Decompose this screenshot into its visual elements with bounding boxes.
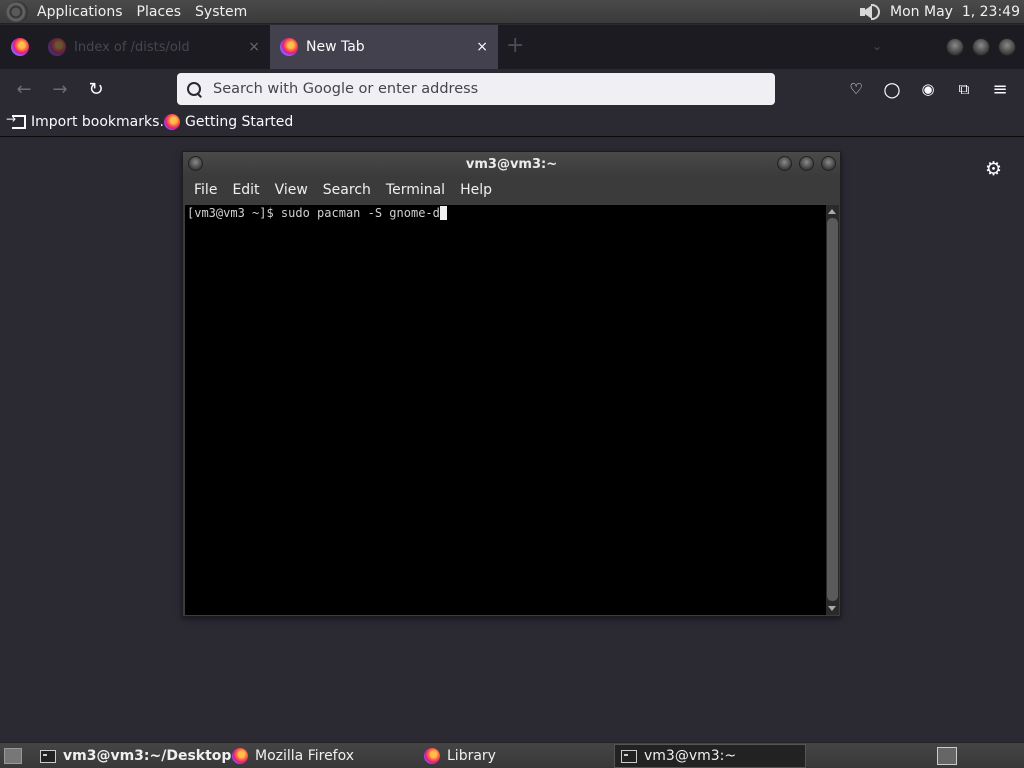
- menu-terminal[interactable]: Terminal: [379, 182, 453, 198]
- back-button[interactable]: ←: [12, 77, 36, 101]
- minimize-button[interactable]: [946, 38, 964, 56]
- menu-applications[interactable]: Applications: [30, 4, 130, 20]
- firefox-icon: [280, 38, 298, 56]
- list-all-tabs-icon[interactable]: ⌄: [872, 39, 882, 53]
- prompt-line: [vm3@vm3 ~]$ sudo pacman -S gnome-d: [187, 206, 440, 220]
- tab-index-of-dists[interactable]: Index of /dists/old ×: [38, 25, 270, 69]
- maximize-button[interactable]: [972, 38, 990, 56]
- tab-label: New Tab: [306, 39, 365, 55]
- terminal-scrollbar[interactable]: [826, 205, 839, 615]
- bookmark-getting-started[interactable]: Getting Started: [164, 114, 293, 130]
- firefox-icon: [424, 748, 440, 764]
- terminal-icon: [621, 749, 637, 763]
- terminal-window: vm3@vm3:~ File Edit View Search Terminal…: [182, 151, 841, 617]
- task-label: vm3@vm3:~/Desktop: [63, 748, 232, 764]
- bookmark-import[interactable]: Import bookmarks…: [6, 112, 174, 130]
- bottom-taskbar: vm3@vm3:~/Desktop Mozilla Firefox Librar…: [0, 742, 1024, 768]
- menu-system[interactable]: System: [188, 4, 254, 20]
- panel-clock[interactable]: Mon May 1, 23:49: [890, 4, 1024, 20]
- task-label: Library: [447, 748, 496, 764]
- task-mozilla-firefox[interactable]: Mozilla Firefox: [226, 744, 354, 768]
- navigation-toolbar: ← → ↻ ♡ ○ ◉ ⧉ ≡: [0, 69, 1024, 109]
- terminal-output[interactable]: [vm3@vm3 ~]$ sudo pacman -S gnome-d: [185, 205, 826, 615]
- scroll-up-icon[interactable]: [828, 209, 836, 214]
- url-input[interactable]: [213, 81, 753, 97]
- tab-new-tab[interactable]: New Tab ×: [270, 25, 498, 69]
- reload-button[interactable]: ↻: [84, 77, 108, 101]
- tab-label: Index of /dists/old: [74, 39, 190, 55]
- terminal-menubar: File Edit View Search Terminal Help: [183, 176, 840, 204]
- bookmark-label: Getting Started: [185, 114, 294, 130]
- scroll-down-icon[interactable]: [828, 606, 836, 611]
- firefox-icon: [232, 748, 248, 764]
- workspace-switcher[interactable]: [937, 747, 957, 765]
- panel-tray: Mon May 1, 23:49: [860, 2, 1024, 22]
- task-label: vm3@vm3:~: [644, 748, 737, 764]
- gear-icon[interactable]: ⚙: [985, 158, 1002, 180]
- task-label: Mozilla Firefox: [255, 748, 355, 764]
- speaker-icon[interactable]: [860, 2, 882, 22]
- task-terminal-home[interactable]: vm3@vm3:~: [614, 744, 806, 768]
- window-menu-button[interactable]: [188, 156, 203, 171]
- import-icon: [6, 112, 26, 129]
- close-button[interactable]: [998, 38, 1016, 56]
- gnome-foot-icon[interactable]: [6, 0, 28, 23]
- menu-search[interactable]: Search: [316, 182, 379, 198]
- text-cursor: [439, 206, 447, 220]
- firefox-tab-strip: Index of /dists/old × New Tab × + ⌄: [0, 25, 1024, 69]
- top-panel: Applications Places System Mon May 1, 23…: [0, 0, 1024, 24]
- account-circle-icon[interactable]: ○: [882, 77, 902, 101]
- pocket-icon[interactable]: ♡: [846, 79, 866, 99]
- menu-icon[interactable]: ≡: [990, 79, 1010, 100]
- search-icon: [187, 82, 201, 96]
- task-library[interactable]: Library: [418, 744, 496, 768]
- maximize-button[interactable]: [799, 156, 814, 171]
- close-button[interactable]: [821, 156, 836, 171]
- menu-places[interactable]: Places: [130, 4, 189, 20]
- new-tab-button[interactable]: +: [506, 35, 524, 57]
- bookmarks-toolbar: Import bookmarks… Getting Started: [0, 109, 1024, 137]
- forward-button[interactable]: →: [48, 77, 72, 101]
- firefox-icon: [164, 114, 180, 130]
- profile-icon[interactable]: ◉: [918, 79, 938, 99]
- task-desktop-terminal[interactable]: vm3@vm3:~/Desktop: [34, 744, 231, 768]
- extensions-icon[interactable]: ⧉: [954, 79, 974, 99]
- url-bar[interactable]: [177, 73, 775, 105]
- menu-view[interactable]: View: [268, 182, 316, 198]
- terminal-titlebar[interactable]: vm3@vm3:~: [183, 152, 840, 176]
- minimize-button[interactable]: [777, 156, 792, 171]
- firefox-view-icon[interactable]: [11, 38, 29, 56]
- panel-menu-bar: Applications Places System: [30, 0, 254, 24]
- window-controls: [946, 38, 1016, 56]
- tab-close-icon[interactable]: ×: [476, 39, 488, 55]
- terminal-icon: [40, 749, 56, 763]
- menu-help[interactable]: Help: [453, 182, 500, 198]
- menu-file[interactable]: File: [187, 182, 225, 198]
- scroll-thumb[interactable]: [827, 218, 838, 601]
- bookmark-label: Import bookmarks…: [31, 114, 174, 130]
- show-desktop-button[interactable]: [4, 748, 22, 764]
- firefox-icon: [48, 38, 66, 56]
- terminal-title: vm3@vm3:~: [465, 156, 558, 172]
- menu-edit[interactable]: Edit: [225, 182, 267, 198]
- tab-close-icon[interactable]: ×: [248, 39, 260, 55]
